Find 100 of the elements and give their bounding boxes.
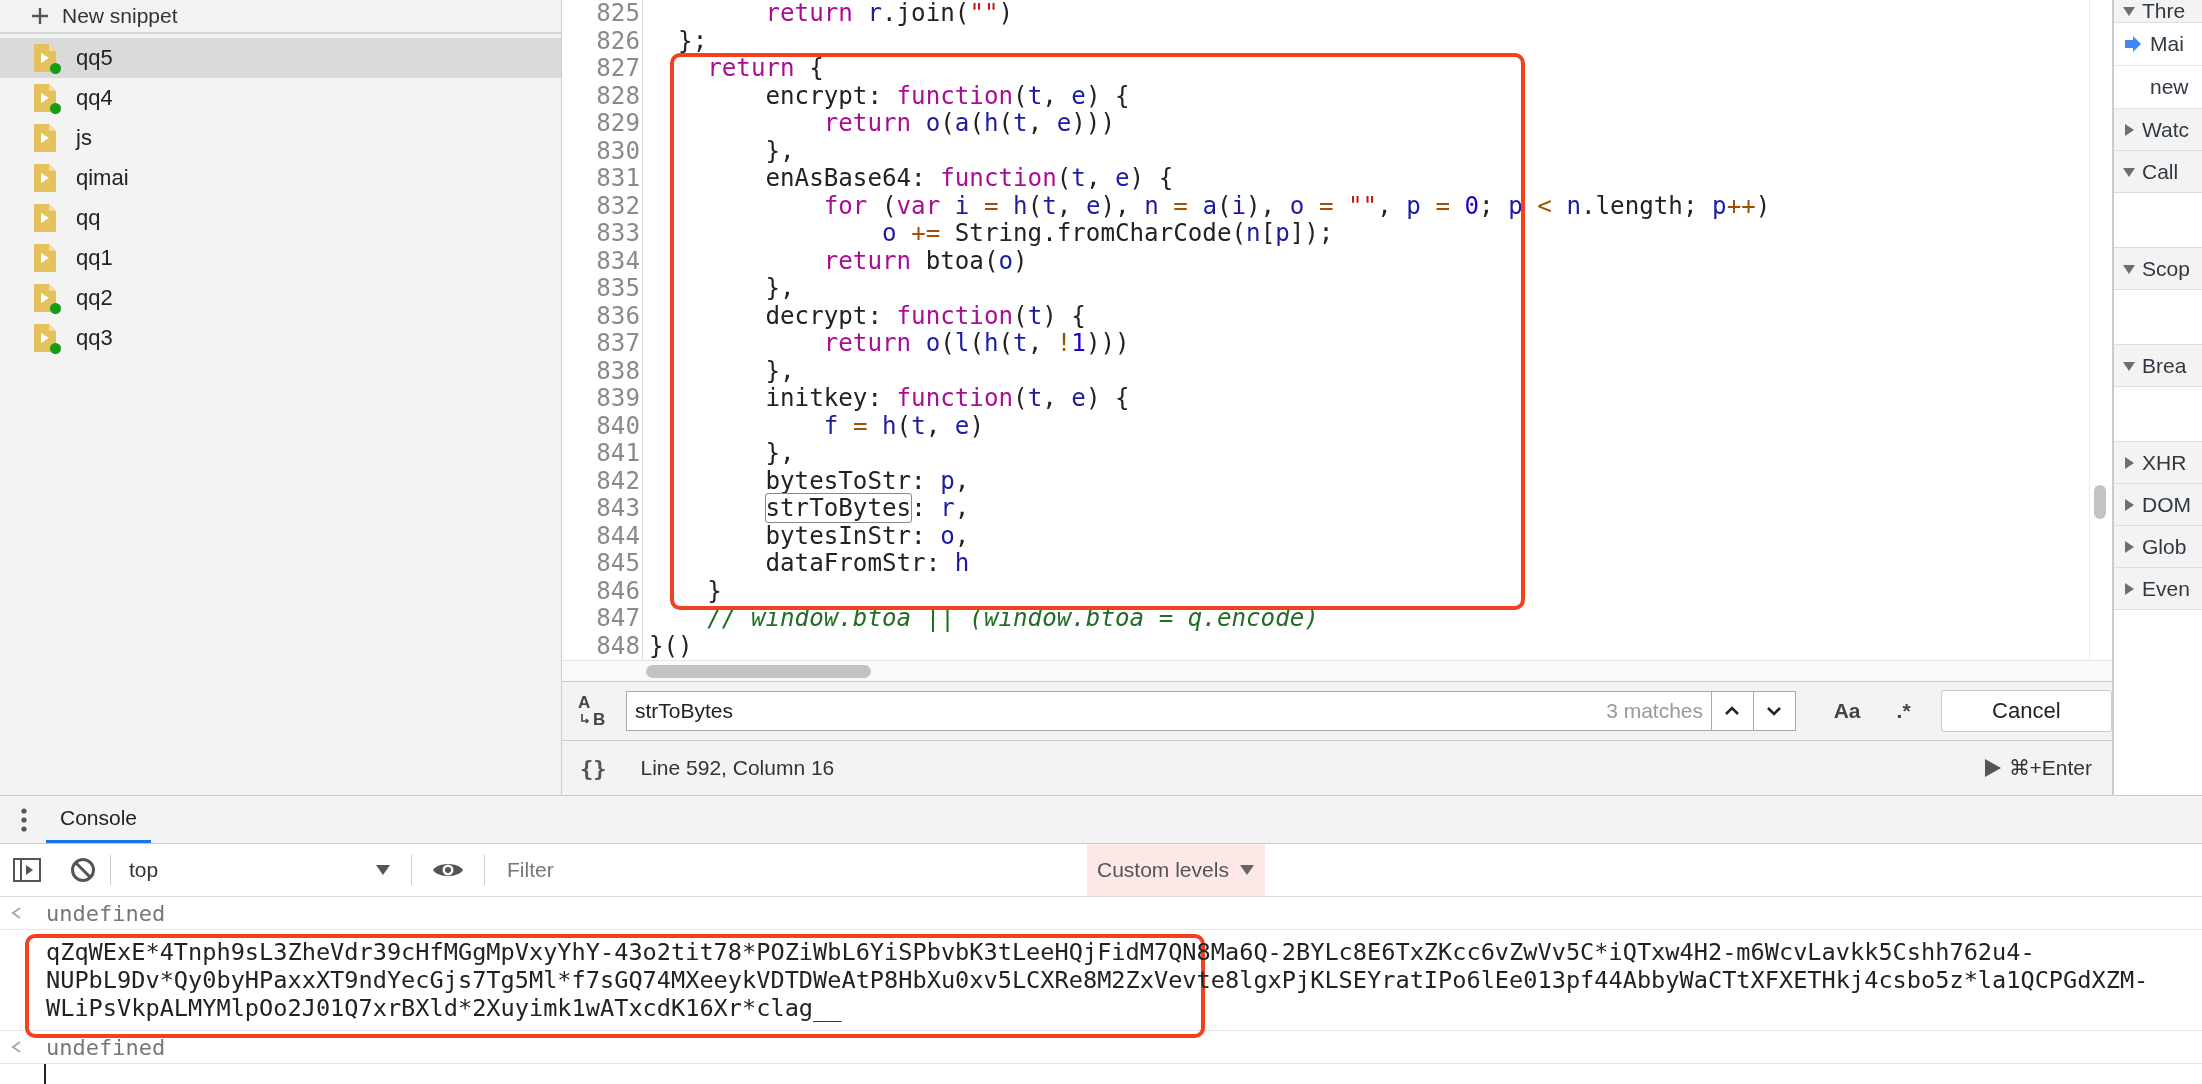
line-number: 841 xyxy=(595,440,641,468)
snippet-item[interactable]: qq2 xyxy=(0,278,561,318)
snippet-file-icon xyxy=(34,324,56,352)
section-header[interactable]: Scop xyxy=(2114,248,2202,290)
line-number: 831 xyxy=(595,165,641,193)
section-header[interactable]: Brea xyxy=(2114,345,2202,387)
new-snippet-link[interactable]: New snippet xyxy=(62,4,178,28)
line-number: 837 xyxy=(595,330,641,358)
line-number: 846 xyxy=(595,577,641,605)
caret-icon xyxy=(375,864,391,876)
snippet-file-icon xyxy=(34,204,56,232)
code-line: decrypt: function(t) { xyxy=(764,302,1087,330)
next-match-button[interactable] xyxy=(1753,691,1796,731)
code-line: o += String.fromCharCode(n[p]); xyxy=(881,220,1335,248)
line-number: 833 xyxy=(595,220,641,248)
code-line: }, xyxy=(764,275,796,303)
match-case-toggle[interactable]: Aa xyxy=(1825,695,1869,727)
line-number: 848 xyxy=(595,632,641,660)
code-line: bytesInStr: o, xyxy=(764,522,971,550)
section-header[interactable]: DOM xyxy=(2114,484,2202,526)
log-levels-dropdown[interactable]: Custom levels xyxy=(1087,844,1265,896)
regex-toggle[interactable]: .* xyxy=(1888,695,1919,727)
replace-toggle[interactable]: A B xyxy=(576,693,612,729)
snippet-file-icon xyxy=(34,244,56,272)
pretty-print-button[interactable]: {} xyxy=(574,753,613,783)
snippet-file-icon xyxy=(34,44,56,72)
console-output-line: WLiPsVkpALMYMlpOo2J01Q7xrBXld*2Xuyimk1wATxcdK16Xr*clag__ xyxy=(46,994,843,1022)
snippet-item[interactable]: qq4 xyxy=(0,78,561,118)
snippet-file-icon xyxy=(34,164,56,192)
section-header[interactable]: Glob xyxy=(2114,526,2202,568)
line-number: 845 xyxy=(595,550,641,578)
caret-icon xyxy=(1238,864,1255,876)
line-number: 826 xyxy=(595,27,641,55)
line-number: 842 xyxy=(595,467,641,495)
section-header[interactable]: Thre xyxy=(2114,0,2202,23)
thread-item[interactable]: Mai xyxy=(2114,23,2202,66)
arrow-icon xyxy=(2124,35,2142,53)
code-line: return r.join("") xyxy=(764,0,1015,28)
section-header[interactable]: Even xyxy=(2114,568,2202,610)
line-number: 835 xyxy=(595,275,641,303)
line-number: 840 xyxy=(595,412,641,440)
previous-match-button[interactable] xyxy=(1712,691,1754,731)
snippet-item[interactable]: qimai xyxy=(0,158,561,198)
code-line: } xyxy=(706,577,723,605)
arrow-icon xyxy=(580,713,590,725)
code-line: encrypt: function(t, e) { xyxy=(764,82,1131,110)
code-line: }() xyxy=(649,632,694,660)
sidebar-toggle-icon[interactable] xyxy=(12,857,42,883)
line-number: 829 xyxy=(595,110,641,138)
triangle-icon xyxy=(2122,455,2136,470)
line-number: 839 xyxy=(595,385,641,413)
context-dropdown[interactable]: top xyxy=(125,858,397,882)
code-line: for (var i = h(t, e), n = a(i), o = "", p = 0; p < n.length; p++) xyxy=(822,192,1772,220)
line-number: 834 xyxy=(595,247,641,275)
clear-icon[interactable] xyxy=(70,857,96,883)
snippet-item[interactable]: qq1 xyxy=(0,238,561,278)
code-line: dataFromStr: h xyxy=(764,550,971,578)
snippet-item[interactable]: qq3 xyxy=(0,318,561,358)
line-number: 825 xyxy=(595,0,641,28)
snippet-item[interactable]: qq xyxy=(0,198,561,238)
code-line: initkey: function(t, e) { xyxy=(764,385,1131,413)
triangle-icon xyxy=(2122,581,2136,596)
line-number: 838 xyxy=(595,357,641,385)
triangle-icon xyxy=(2122,497,2136,512)
scrollbar-thumb[interactable] xyxy=(646,664,871,678)
line-number: 847 xyxy=(595,605,641,633)
run-icon[interactable] xyxy=(1982,757,2003,779)
triangle-icon xyxy=(2122,122,2136,137)
code-line: }; xyxy=(677,27,709,55)
snippet-file-icon xyxy=(34,84,56,112)
search-field[interactable]: strToBytes 3 matches xyxy=(626,691,1712,731)
line-number: 843 xyxy=(595,495,641,523)
snippet-file-icon xyxy=(34,124,56,152)
chevron-down-icon xyxy=(1766,705,1783,717)
code-line: enAsBase64: function(t, e) { xyxy=(764,165,1175,193)
line-number: 827 xyxy=(595,55,641,83)
match-count: 3 matches xyxy=(1606,699,1703,723)
code-line: return btoa(o) xyxy=(822,247,1029,275)
console-tab[interactable]: Console xyxy=(46,796,152,843)
chevron-up-icon xyxy=(1724,705,1741,717)
code-line: bytesToStr: p, xyxy=(764,467,971,495)
section-header[interactable]: XHR xyxy=(2114,442,2202,484)
snippet-item[interactable]: js xyxy=(0,118,561,158)
line-number: 844 xyxy=(595,522,641,550)
more-icon[interactable] xyxy=(20,806,28,833)
triangle-icon xyxy=(2122,539,2136,554)
console-result: undefined xyxy=(46,1034,166,1060)
code-line: f = h(t, e) xyxy=(822,412,985,440)
code-line: return o(l(h(t, !1))) xyxy=(822,330,1131,358)
code-line: return o(a(h(t, e))) xyxy=(822,110,1116,138)
line-number: 828 xyxy=(595,82,641,110)
scrollbar-thumb[interactable] xyxy=(2094,485,2106,519)
code-line: }, xyxy=(764,357,796,385)
snippet-item[interactable]: qq5 xyxy=(0,38,561,78)
section-header[interactable]: Call xyxy=(2114,151,2202,193)
cursor-position: Line 592, Column 16 xyxy=(640,756,835,780)
plus-icon[interactable] xyxy=(30,6,50,26)
section-header[interactable]: Watc xyxy=(2114,109,2202,151)
code-line: strToBytes: r, xyxy=(764,495,971,523)
cancel-button[interactable]: Cancel xyxy=(1940,690,2112,732)
